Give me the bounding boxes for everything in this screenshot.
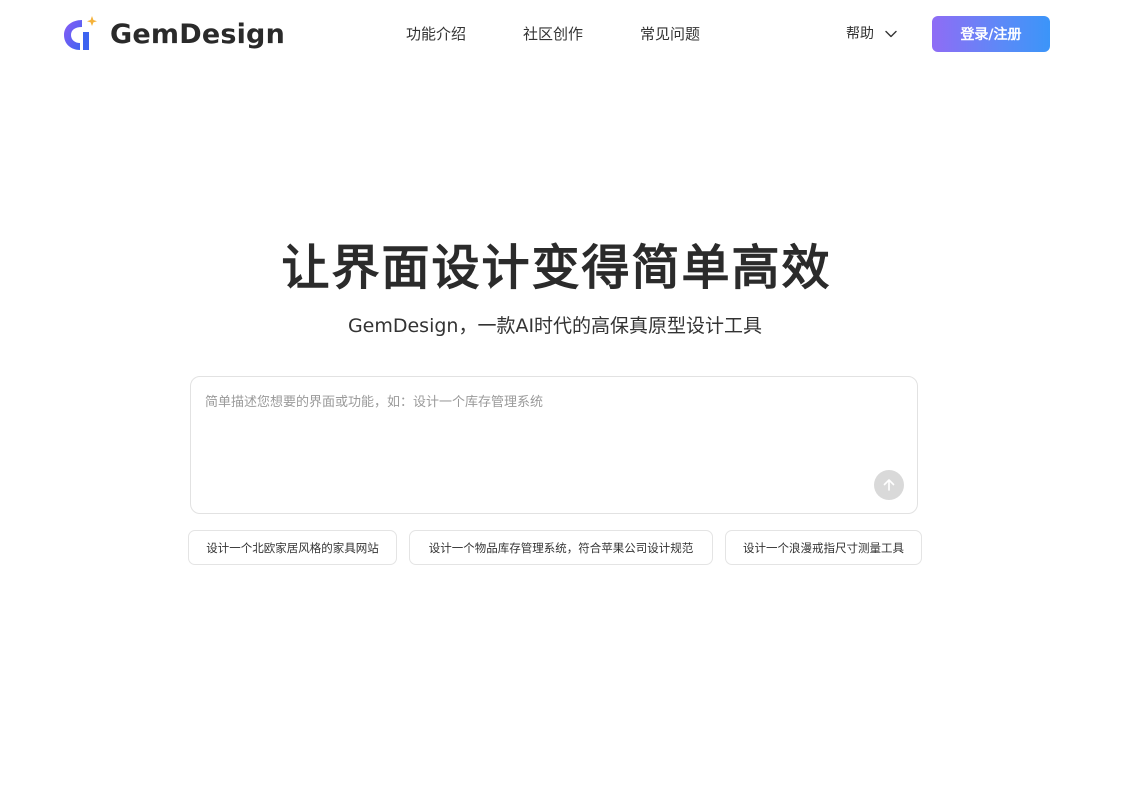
suggestion-chip-furniture[interactable]: 设计一个北欧家居风格的家具网站 — [188, 530, 397, 565]
prompt-input[interactable] — [205, 393, 895, 473]
nav-item-community[interactable]: 社区创作 — [523, 24, 583, 44]
hero-title: 让界面设计变得简单高效 — [281, 240, 832, 296]
suggestion-chip-inventory[interactable]: 设计一个物品库存管理系统，符合苹果公司设计规范 — [409, 530, 713, 565]
nav-item-features[interactable]: 功能介绍 — [406, 24, 466, 44]
hero-subtitle: GemDesign，一款AI时代的高保真原型设计工具 — [347, 315, 763, 337]
arrow-up-icon — [883, 479, 895, 491]
login-register-button[interactable]: 登录/注册 — [932, 16, 1050, 52]
nav-item-faq[interactable]: 常见问题 — [640, 24, 700, 44]
help-label: 帮助 — [846, 26, 874, 42]
brand-logo-link[interactable]: GemDesign — [60, 14, 285, 54]
brand-name: GemDesign — [110, 18, 286, 50]
page: GemDesign 功能介绍 社区创作 常见问题 帮助 登录/注册 让界面设计变… — [0, 0, 1123, 797]
main-nav: 功能介绍 社区创作 常见问题 — [406, 24, 700, 44]
suggestion-chips: 设计一个北欧家居风格的家具网站 设计一个物品库存管理系统，符合苹果公司设计规范 … — [188, 530, 928, 566]
send-button[interactable] — [874, 470, 904, 500]
gemdesign-logo-icon — [64, 16, 97, 50]
help-dropdown[interactable]: 帮助 — [846, 24, 898, 44]
top-header: GemDesign 功能介绍 社区创作 常见问题 帮助 登录/注册 — [0, 0, 1123, 68]
prompt-box — [190, 376, 918, 514]
chevron-down-icon — [885, 30, 897, 38]
suggestion-chip-ring-size[interactable]: 设计一个浪漫戒指尺寸测量工具 — [725, 530, 922, 565]
